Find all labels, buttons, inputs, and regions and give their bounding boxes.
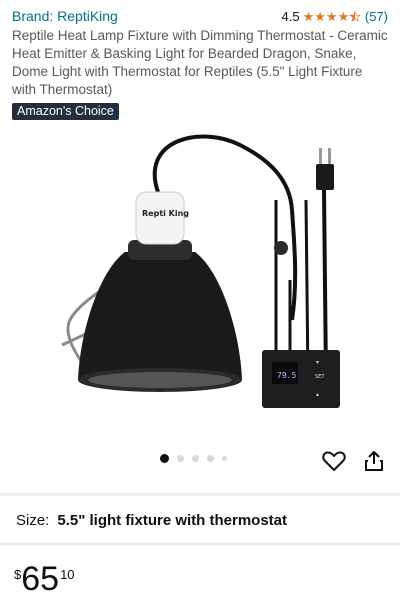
rating-value: 4.5	[281, 8, 300, 24]
star-icon: ★	[325, 8, 338, 24]
size-selector[interactable]: Size: 5.5" light fixture with thermostat	[16, 512, 287, 529]
image-carousel-indicator[interactable]	[160, 454, 235, 463]
half-star-icon: ★	[349, 8, 361, 24]
share-icon	[365, 451, 383, 471]
favorite-button[interactable]	[321, 448, 347, 474]
size-value: 5.5" light fixture with thermostat	[57, 512, 287, 529]
cord-switch	[274, 241, 288, 255]
star-icon: ★	[337, 8, 350, 24]
plug-prong	[319, 148, 322, 164]
carousel-dot[interactable]	[207, 455, 214, 462]
carousel-dot[interactable]	[222, 456, 227, 461]
star-icon: ★	[314, 8, 326, 24]
thermostat-reading: 79.5	[277, 371, 296, 380]
lamp-dome	[78, 252, 242, 380]
price: $ 65 10	[14, 561, 75, 597]
price-whole: 65	[21, 560, 60, 598]
product-image[interactable]: 79.5 SET ▾ ▴ Repti King	[40, 130, 360, 420]
price-currency: $	[14, 567, 22, 582]
star-icon: ★	[302, 8, 315, 24]
heat-lamp-illustration: 79.5 SET ▾ ▴ Repti King	[61, 134, 340, 408]
share-button[interactable]	[361, 448, 387, 474]
carousel-dot[interactable]	[160, 454, 169, 463]
carousel-dot[interactable]	[177, 455, 184, 462]
price-fraction: 10	[60, 567, 75, 582]
heart-icon	[322, 451, 346, 471]
star-rating: ★ ★ ★ ★ ★	[302, 8, 362, 24]
rating-summary[interactable]: 4.5 ★ ★ ★ ★ ★ (57)	[282, 9, 388, 24]
bulb-logo: Repti King	[142, 209, 189, 218]
size-label: Size:	[16, 512, 50, 529]
product-header: Brand: ReptiKing 4.5 ★ ★ ★ ★ ★ (57) Rept…	[12, 6, 388, 120]
rating-count: (57)	[364, 8, 388, 24]
amazons-choice-badge[interactable]: Amazon's Choice	[12, 103, 119, 120]
carousel-dot[interactable]	[192, 455, 199, 462]
up-arrow-icon: ▾	[316, 360, 319, 366]
ceramic-bulb	[135, 191, 185, 245]
section-divider	[0, 542, 400, 546]
plug-prong	[328, 148, 331, 164]
plug	[316, 164, 334, 190]
brand-link[interactable]: Brand: ReptiKing	[12, 8, 118, 24]
brand-rating-row: Brand: ReptiKing 4.5 ★ ★ ★ ★ ★ (57)	[12, 6, 388, 26]
thermostat-set-label: SET	[315, 374, 325, 380]
dome-interior	[88, 372, 232, 388]
product-title: Reptile Heat Lamp Fixture with Dimming T…	[12, 28, 388, 97]
down-arrow-icon: ▴	[316, 392, 319, 398]
section-divider	[0, 492, 400, 496]
